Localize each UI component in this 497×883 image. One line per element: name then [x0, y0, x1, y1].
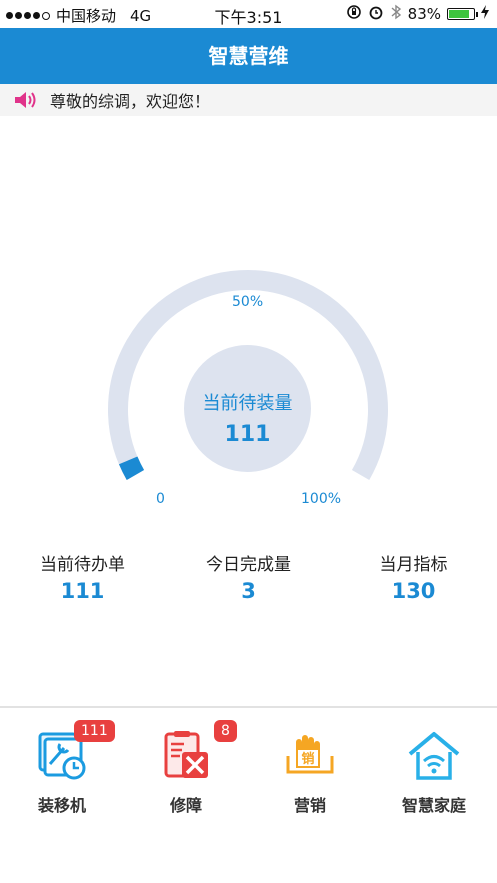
nav-label: 装移机	[37, 796, 86, 815]
nav-label: 营销	[293, 796, 326, 815]
bottom-nav: 111 装移机 8 修障 销 营销 智慧家庭	[0, 708, 497, 883]
stat-label: 当前待办单	[40, 555, 125, 575]
repair-icon	[164, 731, 208, 778]
smart-home-icon	[408, 732, 460, 780]
svg-text:销: 销	[301, 751, 314, 767]
stat-pending-orders: 当前待办单 111	[0, 550, 165, 603]
install-badge: 111	[74, 720, 115, 742]
stat-value: 3	[241, 579, 256, 603]
gauge-min-label: 0	[156, 491, 165, 507]
repair-badge: 8	[214, 720, 237, 742]
nav-item-smart-home[interactable]: 智慧家庭	[372, 728, 496, 816]
stats-row: 当前待办单 111 今日完成量 3 当月指标 130	[0, 550, 497, 610]
gauge-max-label: 100%	[301, 491, 342, 507]
gauge-center: 当前待装量 111	[184, 345, 311, 472]
nav-label: 智慧家庭	[401, 796, 466, 815]
stat-today-completed: 今日完成量 3	[166, 550, 331, 603]
nav-item-repair[interactable]: 8 修障	[124, 720, 248, 816]
pending-install-value: 111	[224, 422, 271, 447]
stat-label: 当月指标	[379, 555, 448, 575]
stat-monthly-target: 当月指标 130	[331, 550, 496, 603]
stat-label: 今日完成量	[206, 555, 291, 575]
sales-icon: 销	[286, 735, 334, 774]
nav-label: 修障	[169, 796, 202, 815]
gauge-fill	[118, 456, 145, 480]
pending-install-label: 当前待装量	[202, 393, 293, 414]
gauge-mid-label: 50%	[232, 294, 264, 310]
nav-item-install[interactable]: 111 装移机	[0, 720, 124, 816]
stat-value: 130	[391, 579, 436, 603]
stat-value: 111	[60, 579, 105, 603]
nav-item-sales[interactable]: 销 营销	[248, 728, 372, 816]
